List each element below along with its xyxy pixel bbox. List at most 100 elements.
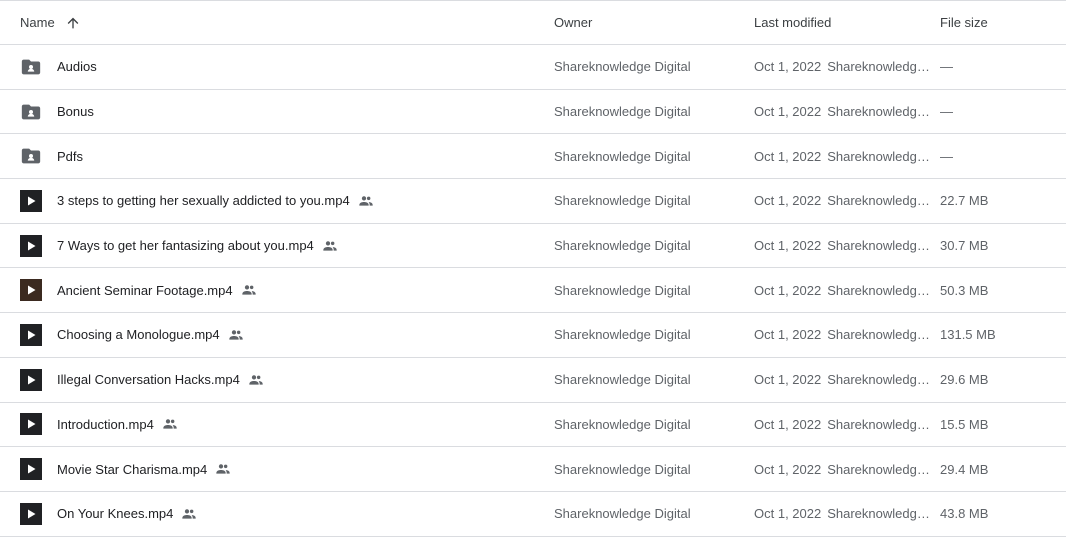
file-size: —	[940, 148, 953, 164]
table-row[interactable]: Pdfs Shareknowledge Digital Oct 1, 2022 Sha…	[0, 134, 1066, 180]
owner-cell: Shareknowledge Digital	[554, 403, 744, 447]
owner-column-header[interactable]: Owner	[554, 1, 744, 44]
name-cell: Audios	[20, 45, 540, 89]
modified-by: Shareknowledge Digital	[827, 416, 930, 432]
name-cell: Ancient Seminar Footage.mp4	[20, 268, 540, 312]
table-row[interactable]: Choosing a Monologue.mp4 Shareknowledge D…	[0, 313, 1066, 358]
file-name[interactable]: Pdfs	[57, 149, 83, 164]
size-column-header[interactable]: File size	[940, 1, 1060, 44]
file-name[interactable]: 3 steps to getting her sexually addicted…	[57, 193, 350, 208]
file-name[interactable]: Choosing a Monologue.mp4	[57, 327, 220, 342]
modified-date: Oct 1, 2022	[754, 193, 822, 209]
modified-date: Oct 1, 2022	[754, 59, 822, 75]
shared-people-icon	[241, 282, 257, 298]
owner-cell: Shareknowledge Digital	[554, 447, 744, 491]
file-size: —	[940, 59, 953, 75]
owner-cell: Shareknowledge Digital	[554, 268, 744, 312]
file-size: 15.5 MB	[940, 416, 989, 432]
owner-name: Shareknowledge Digital	[554, 416, 691, 432]
owner-name: Shareknowledge Digital	[554, 506, 691, 522]
size-cell: 15.5 MB	[940, 403, 1060, 447]
file-size: —	[940, 104, 953, 120]
shared-people-icon	[248, 372, 264, 388]
modified-cell: Oct 1, 2022 Shareknowledge Digital	[754, 179, 930, 223]
size-cell: —	[940, 45, 1060, 89]
file-name[interactable]: Illegal Conversation Hacks.mp4	[57, 372, 240, 387]
shared-folder-icon	[20, 56, 42, 78]
name-column-header[interactable]: Name	[20, 1, 540, 44]
modified-cell: Oct 1, 2022 Shareknowledge Digital	[754, 45, 930, 89]
modified-by: Shareknowledge Digital	[827, 461, 930, 477]
file-size: 29.6 MB	[940, 372, 989, 388]
shared-people-icon	[358, 193, 374, 209]
modified-header-label: Last modified	[754, 15, 832, 30]
size-cell: 50.3 MB	[940, 268, 1060, 312]
file-name[interactable]: Introduction.mp4	[57, 417, 154, 432]
owner-name: Shareknowledge Digital	[554, 238, 691, 254]
owner-cell: Shareknowledge Digital	[554, 358, 744, 402]
owner-name: Shareknowledge Digital	[554, 148, 691, 164]
file-size: 30.7 MB	[940, 238, 989, 254]
modified-column-header[interactable]: Last modified	[754, 1, 930, 44]
modified-date: Oct 1, 2022	[754, 416, 822, 432]
file-size: 29.4 MB	[940, 461, 989, 477]
table-row[interactable]: Audios Shareknowledge Digital Oct 1, 2022 S…	[0, 45, 1066, 90]
table-row[interactable]: Ancient Seminar Footage.mp4 Shareknowledg…	[0, 268, 1066, 314]
file-name[interactable]: On Your Knees.mp4	[57, 506, 173, 521]
owner-name: Shareknowledge Digital	[554, 461, 691, 477]
name-cell: Introduction.mp4	[20, 403, 540, 447]
table-row[interactable]: Illegal Conversation Hacks.mp4 Shareknowl…	[0, 358, 1066, 403]
video-file-icon	[20, 413, 42, 436]
modified-by: Shareknowledge Digital	[827, 372, 930, 388]
shared-people-icon	[162, 416, 178, 432]
modified-cell: Oct 1, 2022 Shareknowledge Digital	[754, 403, 930, 447]
owner-cell: Shareknowledge Digital	[554, 313, 744, 357]
name-cell: 7 Ways to get her fantasizing about you.…	[20, 224, 540, 268]
size-cell: 29.4 MB	[940, 447, 1060, 491]
size-cell: 43.8 MB	[940, 492, 1060, 536]
size-cell: 22.7 MB	[940, 179, 1060, 223]
name-cell: Choosing a Monologue.mp4	[20, 313, 540, 357]
modified-by: Shareknowledge Digital	[827, 193, 930, 209]
file-name[interactable]: 7 Ways to get her fantasizing about you.…	[57, 238, 314, 253]
table-row[interactable]: 7 Ways to get her fantasizing about you.…	[0, 224, 1066, 269]
owner-name: Shareknowledge Digital	[554, 282, 691, 298]
table-row[interactable]: Movie Star Charisma.mp4 Shareknowledge Di…	[0, 447, 1066, 492]
play-icon	[20, 279, 42, 302]
play-icon	[20, 234, 42, 257]
video-file-icon	[20, 323, 42, 346]
owner-name: Shareknowledge Digital	[554, 327, 691, 343]
owner-name: Shareknowledge Digital	[554, 372, 691, 388]
shared-folder-icon	[20, 145, 42, 167]
video-file-icon	[20, 279, 42, 302]
owner-cell: Shareknowledge Digital	[554, 224, 744, 268]
table-row[interactable]: On Your Knees.mp4 Shareknowledge Digital O…	[0, 492, 1066, 537]
play-icon	[20, 458, 42, 481]
modified-date: Oct 1, 2022	[754, 506, 822, 522]
arrow-up-icon[interactable]	[63, 13, 83, 33]
file-name[interactable]: Movie Star Charisma.mp4	[57, 462, 207, 477]
modified-by: Shareknowledge Digital	[827, 506, 930, 522]
size-cell: 131.5 MB	[940, 313, 1060, 357]
modified-cell: Oct 1, 2022 Shareknowledge Digital	[754, 492, 930, 536]
table-row[interactable]: 3 steps to getting her sexually addicted…	[0, 179, 1066, 224]
modified-cell: Oct 1, 2022 Shareknowledge Digital	[754, 358, 930, 402]
table-row[interactable]: Introduction.mp4 Shareknowledge Digital Oc…	[0, 403, 1066, 448]
size-cell: 30.7 MB	[940, 224, 1060, 268]
shared-people-icon	[322, 238, 338, 254]
name-cell: Bonus	[20, 90, 540, 134]
owner-name: Shareknowledge Digital	[554, 104, 691, 120]
modified-cell: Oct 1, 2022 Shareknowledge Digital	[754, 447, 930, 491]
file-name[interactable]: Audios	[57, 59, 97, 74]
file-list: Name Owner Last modified File size Audio…	[0, 0, 1066, 554]
table-row[interactable]: Bonus Shareknowledge Digital Oct 1, 2022 Sh…	[0, 90, 1066, 135]
file-name[interactable]: Ancient Seminar Footage.mp4	[57, 283, 233, 298]
modified-by: Shareknowledge Digital	[827, 59, 930, 75]
modified-date: Oct 1, 2022	[754, 104, 822, 120]
video-file-icon	[20, 189, 42, 212]
modified-by: Shareknowledge Digital	[827, 148, 930, 164]
modified-cell: Oct 1, 2022 Shareknowledge Digital	[754, 224, 930, 268]
file-name[interactable]: Bonus	[57, 104, 94, 119]
size-header-label: File size	[940, 15, 988, 30]
play-icon	[20, 323, 42, 346]
